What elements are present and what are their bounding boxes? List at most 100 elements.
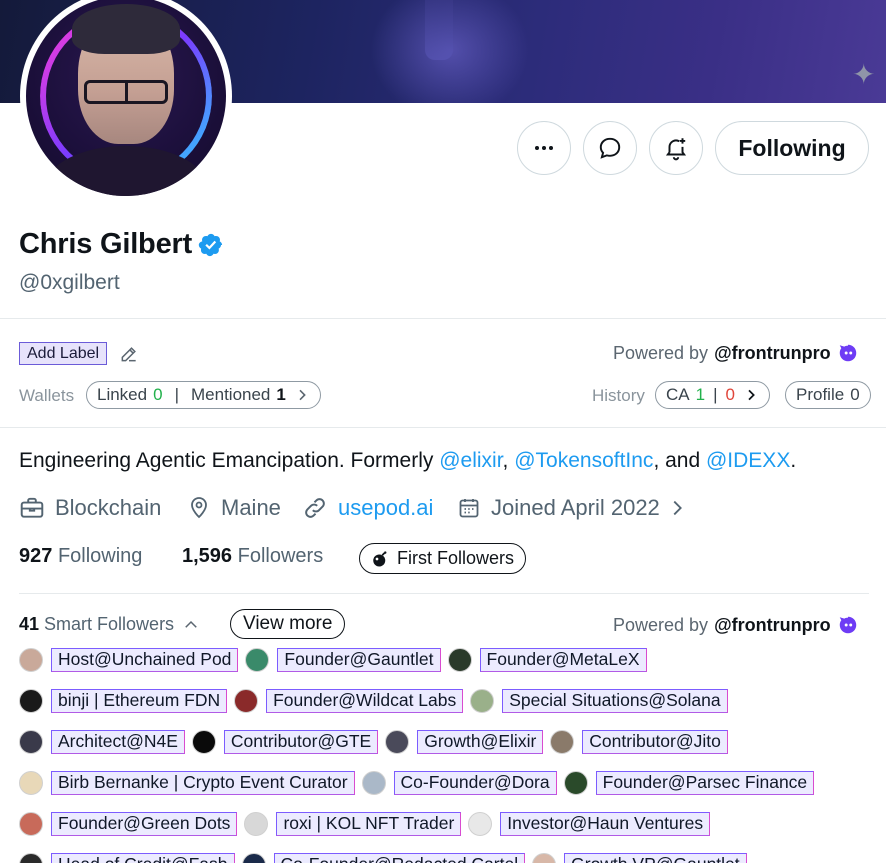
powered-by-frontrun[interactable]: Powered by @frontrunpro bbox=[613, 342, 859, 364]
profile-history-pill[interactable]: Profile 0 bbox=[785, 381, 871, 409]
more-button[interactable] bbox=[517, 121, 571, 175]
smart-follower-label[interactable]: Founder@Parsec Finance bbox=[595, 771, 815, 795]
avatar[interactable] bbox=[241, 853, 266, 863]
section-divider bbox=[0, 427, 886, 428]
smart-follower-label[interactable]: Host@Unchained Pod bbox=[51, 648, 239, 672]
view-more-button[interactable]: View more bbox=[230, 609, 346, 639]
smart-follower-label[interactable]: Co-Founder@Dora bbox=[393, 771, 557, 795]
avatar[interactable] bbox=[244, 812, 269, 836]
smart-follower-item[interactable]: Head of Credit@Fasb bbox=[19, 853, 235, 863]
smart-follower-item[interactable]: Founder@Parsec Finance bbox=[563, 771, 815, 795]
profile-website[interactable]: usepod.ai bbox=[302, 495, 433, 521]
smart-follower-label[interactable]: Contributor@GTE bbox=[223, 730, 379, 754]
smart-follower-item[interactable]: Founder@Gauntlet bbox=[245, 648, 441, 672]
avatar[interactable] bbox=[385, 730, 410, 754]
smart-follower-label[interactable]: Founder@MetaLeX bbox=[479, 648, 647, 672]
ca-green-count: 1 bbox=[695, 385, 706, 404]
message-button[interactable] bbox=[583, 121, 637, 175]
smart-follower-item[interactable]: Contributor@GTE bbox=[191, 730, 379, 754]
pencil-icon[interactable] bbox=[119, 344, 139, 364]
powered-by-frontrun[interactable]: Powered by @frontrunpro bbox=[613, 614, 859, 636]
avatar[interactable] bbox=[191, 730, 216, 754]
smart-follower-item[interactable]: Founder@Wildcat Labs bbox=[234, 689, 464, 713]
sparkle-icon: ✦ bbox=[852, 59, 876, 90]
category-text: Blockchain bbox=[55, 495, 162, 520]
first-followers-button[interactable]: First Followers bbox=[359, 543, 527, 574]
section-divider bbox=[0, 318, 886, 319]
notify-button[interactable] bbox=[649, 121, 703, 175]
name-row: Chris Gilbert bbox=[19, 228, 224, 261]
smart-follower-label[interactable]: roxi | KOL NFT Trader bbox=[276, 812, 462, 836]
profile-category: Blockchain bbox=[19, 495, 161, 521]
avatar[interactable] bbox=[361, 771, 386, 795]
chevron-right-icon bbox=[673, 500, 682, 516]
smart-follower-item[interactable]: binji | Ethereum FDN bbox=[19, 689, 228, 713]
bio-link-elixir[interactable]: @elixir bbox=[439, 449, 502, 472]
bio-link-idexx[interactable]: @IDEXX bbox=[706, 449, 790, 472]
frontrun-brand: @frontrunpro bbox=[714, 342, 831, 363]
following-button[interactable]: Following bbox=[715, 121, 869, 175]
avatar[interactable] bbox=[19, 730, 43, 754]
avatar[interactable] bbox=[532, 853, 557, 863]
chevron-right-icon bbox=[299, 389, 306, 401]
wallets-pill[interactable]: Linked 0 | Mentioned 1 bbox=[86, 381, 321, 409]
avatar[interactable] bbox=[245, 648, 270, 672]
smart-follower-label[interactable]: Founder@Green Dots bbox=[51, 812, 238, 836]
smart-follower-item[interactable]: Founder@Green Dots bbox=[19, 812, 238, 836]
avatar[interactable] bbox=[563, 771, 588, 795]
avatar[interactable] bbox=[470, 689, 495, 713]
powered-by-label: Powered by bbox=[613, 342, 709, 363]
avatar[interactable] bbox=[468, 812, 493, 836]
avatar[interactable] bbox=[234, 689, 259, 713]
ca-history-pill[interactable]: CA 1 | 0 bbox=[655, 381, 770, 409]
smart-follower-label[interactable]: binji | Ethereum FDN bbox=[51, 689, 228, 713]
smart-follower-label[interactable]: Contributor@Jito bbox=[582, 730, 728, 754]
avatar[interactable] bbox=[19, 771, 43, 795]
smart-followers-row: Founder@Green Dots roxi | KOL NFT Trader I… bbox=[19, 812, 717, 836]
smart-followers-row: Head of Credit@Fasb Co-Founder@Redacted C… bbox=[19, 853, 754, 863]
bio-separator: , bbox=[502, 449, 515, 472]
smart-follower-label[interactable]: Co-Founder@Redacted Cartel bbox=[273, 853, 526, 863]
avatar[interactable] bbox=[19, 853, 43, 863]
ca-red-count: 0 bbox=[725, 385, 735, 404]
smart-follower-item[interactable]: Special Situations@Solana bbox=[470, 689, 728, 713]
smart-follower-item[interactable]: Birb Bernanke | Crypto Event Curator bbox=[19, 771, 355, 795]
website-link[interactable]: usepod.ai bbox=[338, 495, 433, 521]
bio-link-tokensoft[interactable]: @TokensoftInc bbox=[514, 449, 653, 472]
profile-avatar[interactable] bbox=[20, 0, 232, 202]
smart-follower-item[interactable]: Host@Unchained Pod bbox=[19, 648, 239, 672]
smart-follower-item[interactable]: Growth VP@Gauntlet bbox=[532, 853, 747, 863]
smart-followers-row: binji | Ethereum FDN Founder@Wildcat Labs… bbox=[19, 689, 735, 713]
smart-followers-toggle[interactable]: 41 Smart Followers bbox=[19, 614, 200, 635]
following-count-link[interactable]: 927 Following bbox=[19, 545, 142, 568]
smart-follower-item[interactable]: Co-Founder@Redacted Cartel bbox=[241, 853, 526, 863]
smart-follower-label[interactable]: Head of Credit@Fasb bbox=[51, 853, 235, 863]
add-label-button[interactable]: Add Label bbox=[19, 342, 108, 365]
smart-follower-item[interactable]: Investor@Haun Ventures bbox=[468, 812, 711, 836]
smart-follower-label[interactable]: Growth@Elixir bbox=[417, 730, 544, 754]
smart-followers-count: 41 bbox=[19, 614, 40, 634]
smart-follower-label[interactable]: Birb Bernanke | Crypto Event Curator bbox=[51, 771, 355, 795]
smart-follower-label[interactable]: Founder@Wildcat Labs bbox=[266, 689, 464, 713]
avatar[interactable] bbox=[19, 648, 43, 672]
smart-follower-item[interactable]: Architect@N4E bbox=[19, 730, 185, 754]
followers-count-link[interactable]: 1,596 Followers bbox=[182, 545, 323, 568]
smart-follower-item[interactable]: Co-Founder@Dora bbox=[361, 771, 557, 795]
smart-follower-item[interactable]: Founder@MetaLeX bbox=[447, 648, 647, 672]
smart-follower-item[interactable]: Growth@Elixir bbox=[385, 730, 544, 754]
smart-followers-label: Smart Followers bbox=[44, 614, 175, 634]
smart-follower-item[interactable]: roxi | KOL NFT Trader bbox=[244, 812, 462, 836]
avatar[interactable] bbox=[550, 730, 575, 754]
smart-follower-label[interactable]: Special Situations@Solana bbox=[502, 689, 728, 713]
smart-followers-row: Architect@N4E Contributor@GTE Growth@Elixi… bbox=[19, 730, 735, 754]
smart-follower-label[interactable]: Growth VP@Gauntlet bbox=[564, 853, 747, 863]
smart-follower-item[interactable]: Contributor@Jito bbox=[550, 730, 728, 754]
profile-joined[interactable]: Joined April 2022 bbox=[457, 495, 698, 521]
verified-badge-icon[interactable] bbox=[198, 232, 224, 258]
avatar[interactable] bbox=[19, 689, 43, 713]
smart-follower-label[interactable]: Investor@Haun Ventures bbox=[500, 812, 711, 836]
avatar[interactable] bbox=[19, 812, 43, 836]
smart-follower-label[interactable]: Founder@Gauntlet bbox=[277, 648, 441, 672]
smart-follower-label[interactable]: Architect@N4E bbox=[51, 730, 185, 754]
avatar[interactable] bbox=[447, 648, 472, 672]
